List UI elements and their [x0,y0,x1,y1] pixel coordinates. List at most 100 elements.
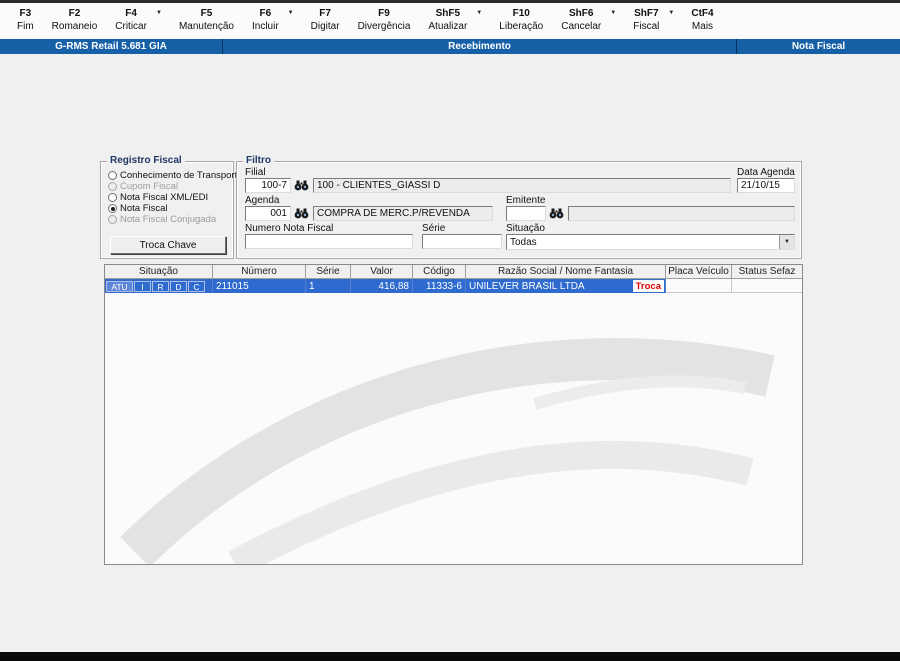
toolbar-label: Criticar [115,21,147,32]
toolbar-key: F4 [125,8,137,19]
toolbar-label: Atualizar [428,21,468,32]
binoculars-icon [549,208,564,219]
toolbar-button-mais[interactable]: CtF4 Mais [682,6,722,34]
toolbar-key: F6 [259,8,272,19]
toolbar-button-romaneio[interactable]: F2 Romaneio [43,6,107,34]
results-grid: Situação Número Série Valor Código Razão… [104,264,803,565]
status-flag-i: I [134,280,151,292]
toolbar-key: F3 [19,8,32,19]
chevron-down-icon: ▼ [476,10,483,16]
toolbar-button-liberacao[interactable]: F10 Liberação [490,6,552,34]
radio-label: Nota Fiscal [120,203,168,214]
toolbar-label: Liberação [499,21,544,32]
incluir-dropdown-arrow-icon[interactable]: ▼ [288,6,302,16]
app-window: F3 Fim F2 Romaneio F4 Criticar ▼ F5 Manu… [0,0,900,661]
radio-label: Cupom Fiscal [120,181,179,192]
razao-social-text: UNILEVER BRASIL LTDA [469,280,585,292]
fiscal-dropdown-arrow-icon[interactable]: ▼ [668,6,682,16]
filial-label: Filial [245,167,266,178]
status-flag-c: C [188,280,205,292]
combo-dropdown-button[interactable]: ▼ [779,235,794,249]
emitente-label: Emitente [506,195,546,206]
column-header-situacao[interactable]: Situação [105,265,213,279]
toolbar-label: Fiscal [633,21,660,32]
numero-nota-fiscal-input[interactable] [245,234,413,249]
serie-label: Série [422,223,446,234]
status-flag-r: R [152,280,169,292]
group-title: Registro Fiscal [107,155,185,167]
binoculars-icon [294,180,309,191]
cancelar-dropdown-arrow-icon[interactable]: ▼ [610,6,624,16]
agenda-name-field [313,206,493,221]
radio-nota-fiscal[interactable]: Nota Fiscal [108,203,168,214]
status-sefaz-cell [732,279,802,293]
toolbar-key: F9 [378,8,390,19]
numero-nota-fiscal-label: Numero Nota Fiscal [245,223,334,234]
toolbar-button-cancelar[interactable]: ShF6 Cancelar [552,6,610,34]
toolbar-label: Digitar [310,21,340,32]
column-header-codigo[interactable]: Código [413,265,466,279]
numero-cell: 211015 [213,279,306,293]
filtro-group: Filtro Filial Data Agenda Agenda Em [236,155,802,259]
column-header-serie[interactable]: Série [306,265,351,279]
serie-cell: 1 [306,279,351,293]
toolbar-button-divergencia[interactable]: F9 Divergência [349,6,420,34]
filial-lookup-binoculars-icon[interactable] [293,178,310,193]
razao-social-cell: UNILEVER BRASIL LTDA Troca [466,279,666,293]
toolbar-button-manutencao[interactable]: F5 Manutenção [170,6,243,34]
radio-nota-fiscal-conjugada: Nota Fiscal Conjugada [108,214,216,225]
agenda-label: Agenda [245,195,280,206]
radio-conhecimento-transporte[interactable]: Conhecimento de Transporte [108,170,243,181]
filial-code-input[interactable] [245,178,291,193]
situacao-selected-value: Todas [510,236,537,248]
column-header-razao-social[interactable]: Razão Social / Nome Fantasia [466,265,666,279]
atualizar-dropdown-arrow-icon[interactable]: ▼ [476,6,490,16]
column-header-status-sefaz[interactable]: Status Sefaz [732,265,802,279]
emitente-lookup-binoculars-icon[interactable] [548,206,565,221]
registro-fiscal-group: Registro Fiscal Conhecimento de Transpor… [100,155,243,259]
toolbar-label: Fim [17,21,34,32]
placa-veiculo-cell [666,279,732,293]
column-header-numero[interactable]: Número [213,265,306,279]
toolbar-label: Incluir [251,21,279,32]
toolbar-button-fiscal[interactable]: ShF7 Fiscal [624,6,668,34]
toolbar-key: ShF5 [435,8,461,19]
toolbar-button-atualizar[interactable]: ShF5 Atualizar [419,6,476,34]
toolbar-label: Mais [691,21,714,32]
toolbar-key: F5 [200,8,213,19]
toolbar-key: CtF4 [691,8,714,19]
column-header-valor[interactable]: Valor [351,265,413,279]
toolbar-key: ShF7 [634,8,659,19]
radio-circle-icon [108,204,117,213]
agenda-code-input[interactable] [245,206,291,221]
codigo-cell: 11333-6 [413,279,466,293]
data-agenda-input[interactable] [737,178,795,193]
situacao-select[interactable]: Todas ▼ [506,234,795,250]
toolbar-key: F2 [68,8,81,19]
toolbar-key: F10 [512,8,530,19]
emitente-name-field [568,206,795,221]
situacao-label: Situação [506,223,545,234]
toolbar-label: Cancelar [561,21,602,32]
emitente-code-input[interactable] [506,206,546,221]
radio-circle-icon [108,193,117,202]
toolbar-button-fim[interactable]: F3 Fim [8,6,43,34]
toolbar-key: F7 [319,8,331,19]
screen-title: Nota Fiscal [791,41,846,52]
situacao-cell: ATU I R D C [105,279,213,293]
radio-nota-fiscal-xml-edi[interactable]: Nota Fiscal XML/EDI [108,192,208,203]
criticar-dropdown-arrow-icon[interactable]: ▼ [156,6,170,16]
toolbar-button-criticar[interactable]: F4 Criticar [106,6,156,34]
chevron-down-icon: ▼ [287,10,294,16]
toolbar-button-incluir[interactable]: F6 Incluir [243,6,288,34]
troca-chave-button[interactable]: Troca Chave [110,236,226,254]
column-header-placa-veiculo[interactable]: Placa Veículo [666,265,732,279]
toolbar-button-digitar[interactable]: F7 Digitar [302,6,349,34]
chevron-down-icon: ▼ [155,10,162,16]
serie-input[interactable] [422,234,502,249]
agenda-lookup-binoculars-icon[interactable] [293,206,310,221]
toolbar-label: Romaneio [51,21,98,32]
grid-row-selected[interactable]: ATU I R D C 211015 1 416,88 11333-6 UNIL… [105,279,802,293]
status-flag-atu: ATU [106,280,133,292]
filial-name-field [313,178,731,193]
